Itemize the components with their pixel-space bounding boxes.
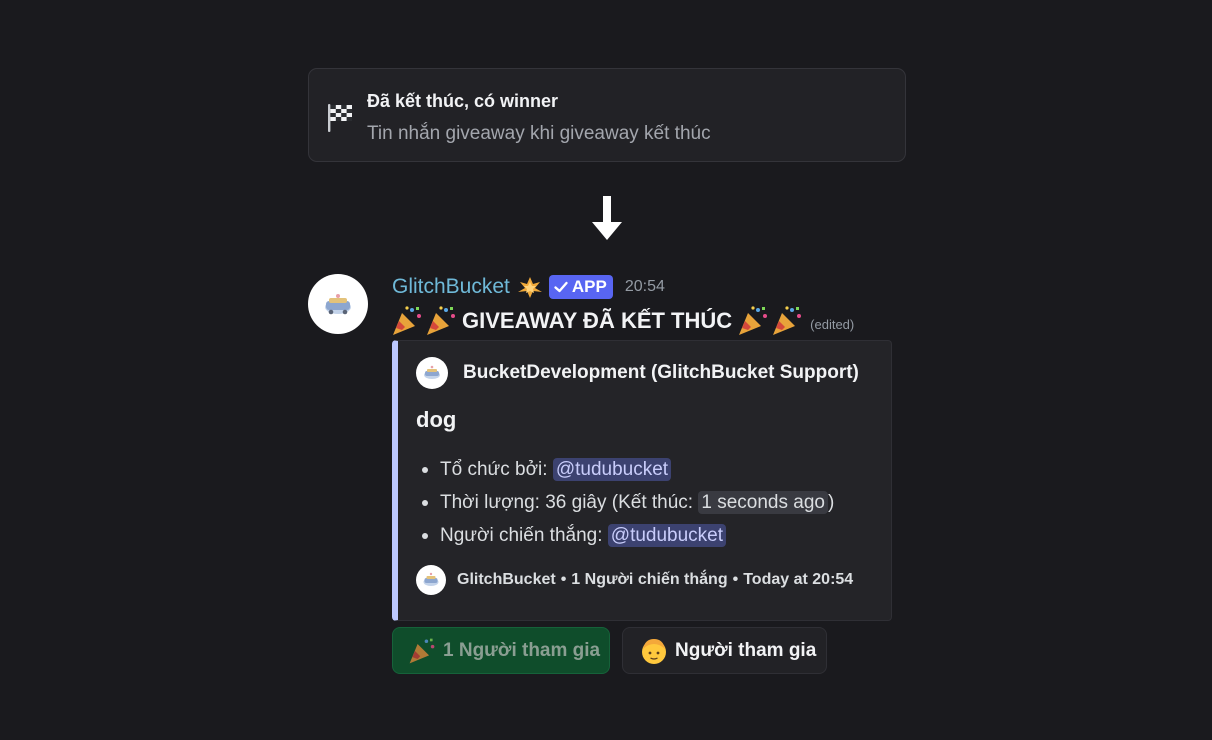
app-tag: APP <box>548 275 613 299</box>
bot-avatar[interactable] <box>308 274 368 334</box>
list-item: Thời lượng: 36 giây (Kết thúc: 1 seconds… <box>416 486 834 519</box>
giveaway-state-card[interactable]: Đã kết thúc, có winner Tin nhắn giveaway… <box>308 68 906 162</box>
footer-avatar <box>416 565 446 595</box>
giveaway-embed: BucketDevelopment (GlitchBucket Support)… <box>392 340 892 621</box>
join-giveaway-button[interactable]: Người tham gia <box>622 627 827 674</box>
winner-mention[interactable]: @tudubucket <box>607 524 727 547</box>
organizer-mention[interactable]: @tudubucket <box>552 458 672 481</box>
footer-bot-name: GlitchBucket <box>457 571 556 588</box>
card-subtitle: Tin nhắn giveaway khi giveaway kết thúc <box>367 123 711 144</box>
person-icon <box>642 638 666 664</box>
footer-winners: 1 Người chiến thắng <box>571 571 728 588</box>
message-timestamp[interactable]: 20:54 <box>625 278 665 296</box>
list-item: Người chiến thắng: @tudubucket <box>416 519 834 552</box>
bot-username[interactable]: GlitchBucket <box>392 275 510 299</box>
party-popper-icon <box>427 306 455 335</box>
card-title: Đã kết thúc, có winner <box>367 91 559 111</box>
footer-time: Today at 20:54 <box>743 571 854 588</box>
party-popper-icon <box>409 638 435 663</box>
embed-author[interactable]: BucketDevelopment (GlitchBucket Support) <box>416 357 859 389</box>
ended-time-chip[interactable]: 1 seconds ago <box>698 491 828 514</box>
checkered-flag-icon <box>328 104 352 132</box>
embed-title: dog <box>416 407 457 432</box>
join-label: Người tham gia <box>675 639 817 661</box>
message-content: GIVEAWAY ĐÃ KẾT THÚC (edited) <box>390 304 854 338</box>
participants-count-button[interactable]: 1 Người tham gia <box>392 627 610 674</box>
bucket-logo-icon <box>423 572 439 586</box>
list-item: Tổ chức bởi: @tudubucket <box>416 453 834 486</box>
party-popper-icon <box>773 306 802 335</box>
author-avatar <box>416 357 448 389</box>
party-popper-icon <box>393 306 421 335</box>
embed-author-name: BucketDevelopment (GlitchBucket Support) <box>463 362 859 383</box>
rank-badge-icon <box>517 277 542 298</box>
participants-count-label: 1 Người tham gia <box>443 639 601 661</box>
discord-preview: Đã kết thúc, có winner Tin nhắn giveaway… <box>0 0 1212 740</box>
check-icon <box>554 281 568 293</box>
down-arrow-icon <box>592 196 622 240</box>
bucket-logo-icon <box>424 365 440 379</box>
message-header: GlitchBucket APP 20:54 <box>392 272 665 302</box>
party-popper-icon <box>739 306 768 335</box>
giveaway-ended-title: GIVEAWAY ĐÃ KẾT THÚC <box>462 308 733 333</box>
embed-details-list: Tổ chức bởi: @tudubucket Thời lượng: 36 … <box>416 453 834 552</box>
bucket-logo-icon <box>325 294 351 315</box>
embed-footer: GlitchBucket • 1 Người chiến thắng • Today a… <box>416 565 853 595</box>
edited-label: (edited) <box>810 316 855 332</box>
